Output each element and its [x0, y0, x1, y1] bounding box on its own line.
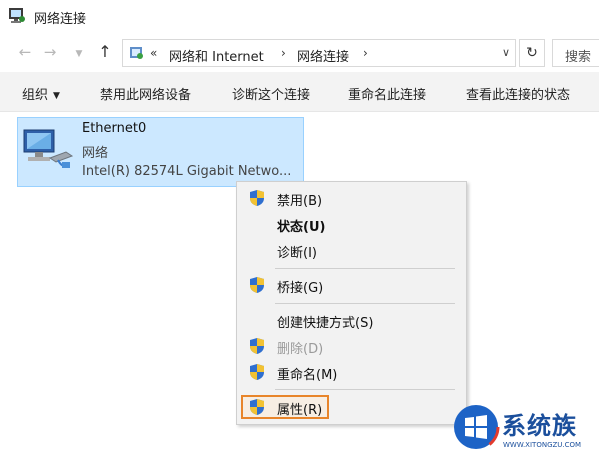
shield-icon — [250, 338, 264, 354]
command-bar: 组织 ▼ 禁用此网络设备 诊断这个连接 重命名此连接 查看此连接的状态 — [0, 72, 599, 112]
menu-item-label: 状态(U) — [277, 220, 326, 235]
shield-icon — [250, 277, 264, 293]
rename-button[interactable]: 重命名此连接 — [348, 84, 426, 103]
organize-menu[interactable]: 组织 ▼ — [22, 84, 60, 103]
recent-locations-chevron-icon[interactable]: ▼ — [71, 46, 87, 62]
menu-item-disable[interactable]: 禁用(B) — [237, 186, 466, 210]
refresh-icon[interactable]: ↻ — [519, 39, 545, 67]
shield-icon — [250, 190, 264, 206]
breadcrumb-network-connections[interactable]: 网络连接 — [297, 46, 349, 65]
organize-label: 组织 — [22, 88, 49, 103]
watermark-url: WWW.XITONGZU.COM — [503, 441, 582, 449]
adapter-status: 网络 — [82, 146, 109, 161]
menu-item-delete[interactable]: 删除(D) — [237, 334, 466, 358]
disable-device-button[interactable]: 禁用此网络设备 — [100, 84, 191, 103]
menu-item-bridge[interactable]: 桥接(G) — [237, 273, 466, 297]
address-row: ← → ▼ ↑ « 网络和 Internet › 网络连接 › ∨ ↻ 搜索 — [0, 36, 599, 70]
back-arrow-icon[interactable]: ← — [17, 44, 33, 60]
network-adapter-item[interactable]: Ethernet0 网络 Intel(R) 82574L Gigabit Net… — [17, 117, 304, 187]
diagnose-button[interactable]: 诊断这个连接 — [232, 84, 310, 103]
breadcrumb-network-internet[interactable]: 网络和 Internet — [169, 46, 264, 65]
title-bar: 网络连接 — [0, 0, 599, 32]
menu-separator — [275, 268, 455, 269]
menu-separator — [275, 389, 455, 390]
shield-icon — [250, 364, 264, 380]
watermark-text: 系统族 — [502, 412, 577, 440]
adapter-device: Intel(R) 82574L Gigabit Netwo... — [82, 164, 292, 179]
menu-item-label: 创建快捷方式(S) — [277, 316, 374, 331]
address-bar[interactable]: « 网络和 Internet › 网络连接 › — [122, 39, 516, 67]
menu-item-label: 删除(D) — [277, 342, 324, 357]
address-dropdown-icon[interactable]: ∨ — [500, 47, 512, 58]
breadcrumb-chevron-icon[interactable]: › — [363, 46, 368, 60]
shield-icon — [250, 399, 264, 415]
adapter-name: Ethernet0 — [82, 121, 147, 136]
menu-item-label: 禁用(B) — [277, 194, 323, 209]
forward-arrow-icon[interactable]: → — [42, 44, 58, 60]
search-placeholder: 搜索 — [565, 50, 592, 65]
windows-logo-icon — [452, 403, 500, 451]
context-menu: 禁用(B) 状态(U) 诊断(I) 桥接(G) 创建快捷方式(S) 删除(D) … — [236, 181, 467, 425]
network-adapter-icon — [23, 129, 74, 168]
view-status-button[interactable]: 查看此连接的状态 — [466, 84, 570, 103]
breadcrumb-overflow[interactable]: « — [150, 46, 157, 60]
menu-item-label: 重命名(M) — [277, 368, 338, 383]
menu-item-label: 诊断(I) — [277, 246, 317, 261]
watermark: 系统族 WWW.XITONGZU.COM — [450, 400, 599, 458]
control-panel-icon — [130, 47, 143, 59]
menu-item-create-shortcut[interactable]: 创建快捷方式(S) — [237, 308, 466, 332]
network-connections-icon — [9, 8, 25, 23]
up-arrow-icon[interactable]: ↑ — [97, 44, 113, 60]
menu-separator — [275, 303, 455, 304]
menu-item-status[interactable]: 状态(U) — [237, 212, 466, 236]
menu-item-label: 属性(R) — [277, 403, 323, 418]
menu-item-diagnose[interactable]: 诊断(I) — [237, 238, 466, 262]
menu-item-label: 桥接(G) — [277, 281, 324, 296]
search-input[interactable]: 搜索 — [552, 39, 599, 67]
menu-item-rename[interactable]: 重命名(M) — [237, 360, 466, 384]
window-title: 网络连接 — [34, 12, 87, 27]
dropdown-arrow-icon: ▼ — [53, 91, 60, 101]
menu-item-properties[interactable]: 属性(R) — [237, 395, 466, 419]
breadcrumb-chevron-icon[interactable]: › — [281, 46, 286, 60]
